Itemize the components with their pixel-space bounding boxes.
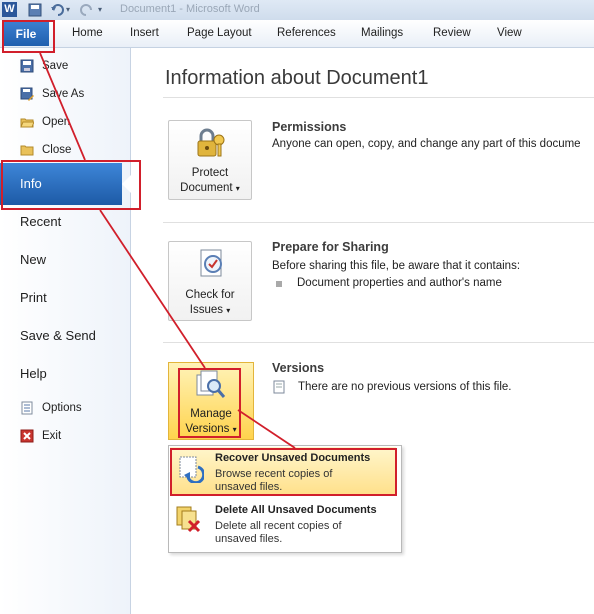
annotation-connector-lines	[39, 52, 296, 449]
